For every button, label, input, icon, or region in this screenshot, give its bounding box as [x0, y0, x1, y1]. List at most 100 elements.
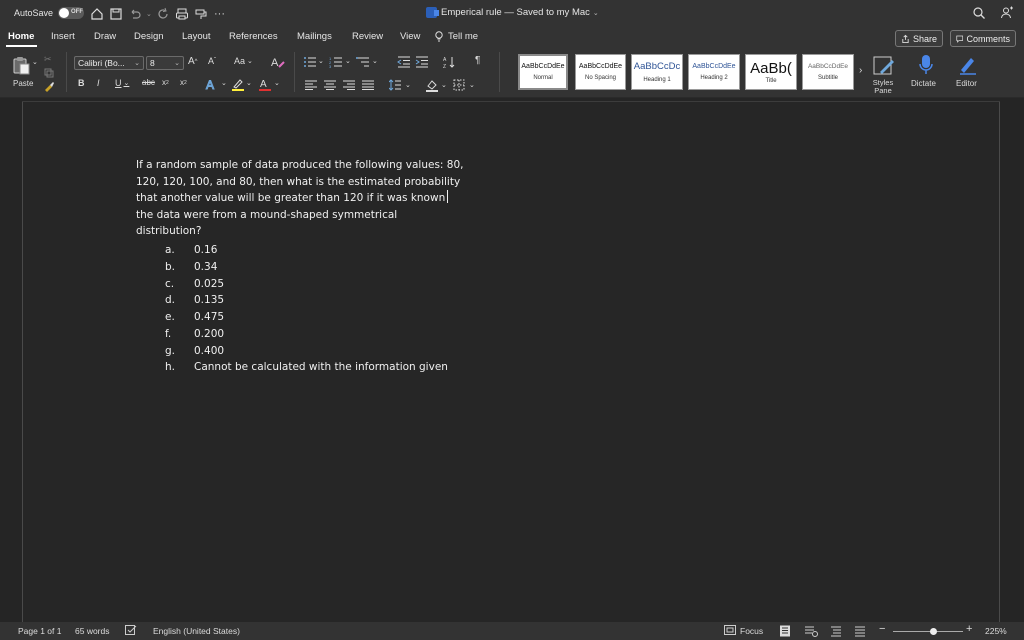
highlight-icon[interactable] [231, 77, 245, 91]
text-effects-icon[interactable]: A [205, 77, 219, 92]
tab-insert[interactable]: Insert [51, 31, 75, 42]
option-text[interactable]: 0.475 [194, 311, 224, 323]
tab-home[interactable]: Home [8, 31, 34, 42]
tab-review[interactable]: Review [352, 31, 383, 42]
clear-formatting-icon[interactable]: A [270, 54, 286, 70]
align-center-icon[interactable] [324, 80, 336, 90]
sort-icon[interactable]: AZ [443, 55, 455, 69]
save-icon[interactable] [109, 6, 123, 22]
microphone-icon[interactable] [916, 53, 936, 77]
dictate-label[interactable]: Dictate [911, 79, 936, 88]
bold-icon[interactable]: B [78, 78, 85, 88]
style-title[interactable]: AaBb( Title [745, 54, 797, 90]
redo-icon[interactable] [156, 6, 170, 22]
tab-layout[interactable]: Layout [182, 31, 211, 42]
editor-label[interactable]: Editor [956, 79, 977, 88]
chevron-down-icon[interactable]: ⌄ [246, 79, 252, 87]
option-text[interactable]: 0.200 [194, 328, 224, 340]
tab-draw[interactable]: Draw [94, 31, 116, 42]
numbering-icon[interactable]: 123 [329, 56, 343, 68]
chevron-down-icon[interactable]: ⌄ [221, 79, 227, 87]
undo-icon[interactable] [128, 6, 142, 22]
chevron-down-icon[interactable]: ⌄ [469, 81, 475, 89]
undo-dropdown-icon[interactable]: ⌄ [146, 6, 152, 22]
align-right-icon[interactable] [343, 80, 355, 90]
editor-icon[interactable] [957, 53, 979, 77]
font-size-select[interactable]: 8 ⌄ [146, 56, 184, 70]
more-icon[interactable]: ··· [214, 6, 225, 22]
tab-mailings[interactable]: Mailings [297, 31, 332, 42]
question-paragraph[interactable]: If a random sample of data produced the … [136, 157, 466, 240]
grow-font-icon[interactable]: A ^ [188, 56, 198, 67]
italic-icon[interactable]: I [97, 78, 100, 88]
option-text[interactable]: 0.135 [194, 294, 224, 306]
subscript-icon[interactable]: x2 [162, 78, 169, 87]
style-subtitle[interactable]: AaBbCcDdEe Subtitle [802, 54, 854, 90]
strikethrough-icon[interactable]: abc [142, 78, 155, 87]
font-color-icon[interactable]: A [258, 77, 272, 91]
home-icon[interactable] [90, 6, 104, 22]
zoom-slider[interactable] [893, 631, 963, 632]
shrink-font-icon[interactable]: Aˇ [208, 56, 216, 66]
tell-me[interactable]: Tell me [434, 31, 478, 42]
share-button[interactable]: Share [895, 30, 943, 47]
language[interactable]: English (United States) [153, 626, 240, 636]
document-title[interactable]: Emperical rule — Saved to my Mac ⌄ [426, 7, 599, 18]
styles-gallery-more-icon[interactable]: › [859, 65, 862, 76]
zoom-in-icon[interactable]: + [966, 623, 972, 635]
zoom-level[interactable]: 225% [985, 626, 1007, 636]
comments-button[interactable]: Comments [950, 30, 1016, 47]
draft-view-icon[interactable] [854, 625, 866, 639]
option-text[interactable]: 0.16 [194, 244, 217, 256]
line-spacing-icon[interactable] [389, 79, 401, 91]
style-no-spacing[interactable]: AaBbCcDdEe No Spacing [575, 54, 626, 90]
option-text[interactable]: 0.34 [194, 261, 217, 273]
autosave-toggle[interactable]: OFF [58, 7, 85, 19]
show-formatting-icon[interactable]: ¶ [475, 55, 480, 66]
bullets-icon[interactable] [303, 56, 317, 68]
styles-pane-label[interactable]: Styles Pane [866, 79, 900, 95]
option-text[interactable]: Cannot be calculated with the informatio… [194, 361, 448, 373]
style-normal[interactable]: AaBbCcDdEe Normal [518, 54, 568, 90]
style-heading-1[interactable]: AaBbCcDc Heading 1 [631, 54, 683, 90]
styles-pane-icon[interactable] [871, 54, 897, 78]
tab-design[interactable]: Design [134, 31, 164, 42]
chevron-down-icon[interactable]: ⌄ [274, 79, 280, 87]
shading-icon[interactable] [425, 78, 439, 92]
underline-icon[interactable]: U ⌄ [115, 78, 129, 88]
tab-view[interactable]: View [400, 31, 420, 42]
increase-indent-icon[interactable] [415, 56, 429, 68]
page-count[interactable]: Page 1 of 1 [18, 626, 61, 636]
web-layout-icon[interactable] [804, 625, 818, 639]
focus-icon[interactable] [724, 625, 736, 638]
zoom-out-icon[interactable]: − [879, 623, 885, 635]
chevron-down-icon[interactable]: ⌄ [372, 57, 378, 65]
chevron-down-icon[interactable]: ⌄ [318, 57, 324, 65]
multilevel-list-icon[interactable] [356, 56, 370, 68]
option-text[interactable]: 0.400 [194, 345, 224, 357]
print-icon[interactable] [175, 6, 189, 22]
paste-dropdown-icon[interactable]: ⌄ [32, 58, 38, 66]
zoom-slider-handle[interactable] [930, 628, 937, 635]
align-left-icon[interactable] [305, 80, 317, 90]
paste-icon[interactable] [10, 54, 32, 76]
proofing-icon[interactable] [125, 625, 137, 638]
superscript-icon[interactable]: x2 [180, 78, 187, 87]
option-text[interactable]: 0.025 [194, 278, 224, 290]
change-case-icon[interactable]: Aa ⌄ [234, 56, 253, 66]
print-layout-icon[interactable] [779, 625, 791, 639]
word-count[interactable]: 65 words [75, 626, 110, 636]
outline-view-icon[interactable] [830, 625, 842, 639]
copy-icon[interactable] [44, 68, 54, 78]
tab-references[interactable]: References [229, 31, 278, 42]
chevron-down-icon[interactable]: ⌄ [405, 81, 411, 89]
focus-label[interactable]: Focus [740, 626, 763, 636]
justify-icon[interactable] [362, 80, 374, 90]
decrease-indent-icon[interactable] [397, 56, 411, 68]
font-name-select[interactable]: Calibri (Bo... ⌄ [74, 56, 144, 70]
autosave-control[interactable]: AutoSave OFF [14, 7, 85, 19]
style-heading-2[interactable]: AaBbCcDdEe Heading 2 [688, 54, 740, 90]
chevron-down-icon[interactable]: ⌄ [441, 81, 447, 89]
cut-icon[interactable]: ✂ [44, 54, 52, 65]
borders-icon[interactable] [453, 79, 465, 91]
